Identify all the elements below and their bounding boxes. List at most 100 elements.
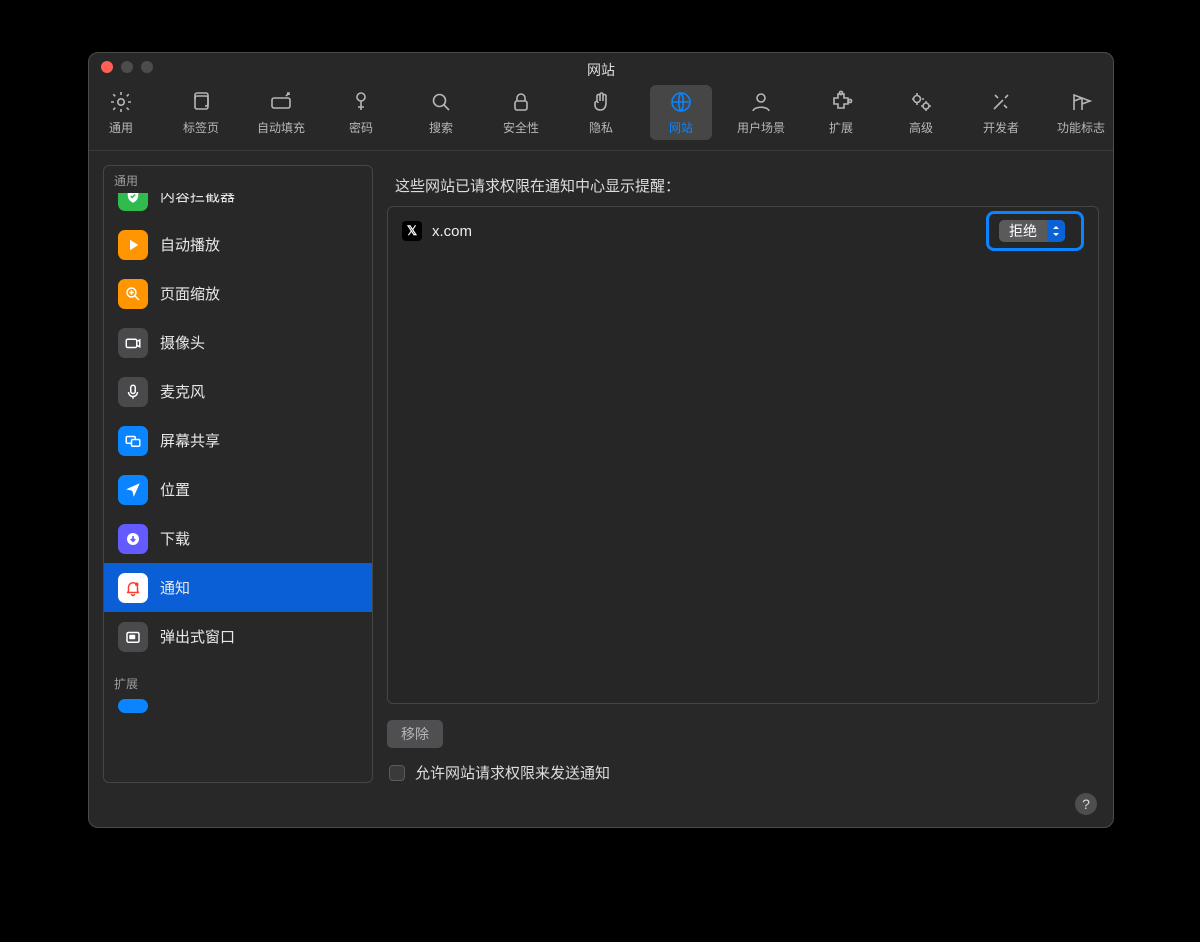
permission-select[interactable]: 拒绝 [999, 220, 1065, 242]
remove-button[interactable]: 移除 [387, 720, 443, 748]
tools-icon [988, 89, 1014, 115]
toolbar-tab-developer[interactable]: 开发者 [970, 85, 1032, 140]
toolbar-tab-label: 密码 [349, 119, 373, 136]
sidebar-scroll[interactable]: 内容拦截器自动播放页面缩放摄像头麦克风屏幕共享位置下载通知弹出式窗口扩展 [104, 193, 372, 782]
maximize-window-button[interactable] [141, 61, 153, 73]
extension-icon [118, 699, 148, 713]
sidebar-item-popups[interactable]: 弹出式窗口 [104, 612, 372, 661]
sidebar-item-label: 自动播放 [160, 234, 220, 255]
toolbar-tab-label: 高级 [909, 119, 933, 136]
sidebar-item-label: 弹出式窗口 [160, 626, 235, 647]
sidebar-item-microphone[interactable]: 麦克风 [104, 367, 372, 416]
content-area: 通用 内容拦截器自动播放页面缩放摄像头麦克风屏幕共享位置下载通知弹出式窗口扩展 … [89, 151, 1113, 793]
popup-icon [118, 622, 148, 652]
sidebar-item-content-blockers[interactable]: 内容拦截器 [104, 193, 372, 220]
sidebar-item-screen-share[interactable]: 屏幕共享 [104, 416, 372, 465]
toolbar-tab-label: 用户场景 [737, 119, 785, 136]
sidebar-item-label: 位置 [160, 479, 190, 500]
close-window-button[interactable] [101, 61, 113, 73]
gear-icon [108, 89, 134, 115]
toolbar-tab-label: 功能标志 [1057, 119, 1105, 136]
detail-description: 这些网站已请求权限在通知中心显示提醒： [387, 165, 1099, 206]
toolbar-tab-label: 安全性 [503, 119, 539, 136]
sidebar-item-downloads[interactable]: 下载 [104, 514, 372, 563]
tabs-icon [188, 89, 214, 115]
toolbar-tab-label: 开发者 [983, 119, 1019, 136]
flags-icon [1068, 89, 1094, 115]
minimize-window-button[interactable] [121, 61, 133, 73]
detail-pane: 这些网站已请求权限在通知中心显示提醒： 𝕏 x.com 拒绝 [387, 165, 1099, 783]
toolbar-tab-label: 搜索 [429, 119, 453, 136]
toolbar-tab-label: 网站 [669, 119, 693, 136]
sidebar-item-label: 内容拦截器 [160, 193, 235, 206]
window-footer: ? [89, 793, 1113, 827]
traffic-lights [101, 61, 153, 73]
toolbar-tab-advanced[interactable]: 高级 [890, 85, 952, 140]
toolbar-tab-search[interactable]: 搜索 [410, 85, 472, 140]
sidebar-item-label: 通知 [160, 577, 190, 598]
preferences-toolbar: 通用 标签页 自动填充 密码 搜索 安全性 隐私 网站 [89, 81, 1113, 151]
sidebar-item-label: 麦克风 [160, 381, 205, 402]
toolbar-tab-label: 通用 [109, 119, 133, 136]
allow-request-row[interactable]: 允许网站请求权限来发送通知 [387, 762, 1099, 783]
toolbar-tab-privacy[interactable]: 隐私 [570, 85, 632, 140]
toolbar-tab-tabs[interactable]: 标签页 [170, 85, 232, 140]
sidebar-item-page-zoom[interactable]: 页面缩放 [104, 269, 372, 318]
toolbar-tab-profiles[interactable]: 用户场景 [730, 85, 792, 140]
window-title: 网站 [89, 54, 1113, 80]
toolbar-tab-security[interactable]: 安全性 [490, 85, 552, 140]
permission-highlight: 拒绝 [986, 211, 1084, 251]
preferences-window: 网站 通用 标签页 自动填充 密码 搜索 安全性 隐私 [88, 52, 1114, 828]
toolbar-tab-autofill[interactable]: 自动填充 [250, 85, 312, 140]
toolbar-tab-extensions[interactable]: 扩展 [810, 85, 872, 140]
person-icon [748, 89, 774, 115]
download-icon [118, 524, 148, 554]
sidebar-item-camera[interactable]: 摄像头 [104, 318, 372, 367]
bell-icon [118, 573, 148, 603]
toolbar-tab-feature-flags[interactable]: 功能标志 [1050, 85, 1112, 140]
toolbar-tab-general[interactable]: 通用 [90, 85, 152, 140]
sidebar-item-notifications[interactable]: 通知 [104, 563, 372, 612]
lock-icon [508, 89, 534, 115]
screens-icon [118, 426, 148, 456]
puzzle-icon [828, 89, 854, 115]
detail-footer: 移除 允许网站请求权限来发送通知 [387, 704, 1099, 783]
allow-request-checkbox[interactable] [389, 765, 405, 781]
gears-icon [908, 89, 934, 115]
loc-icon [118, 475, 148, 505]
camera-icon [118, 328, 148, 358]
sidebar-item-label: 下载 [160, 528, 190, 549]
sidebar-item-autoplay[interactable]: 自动播放 [104, 220, 372, 269]
toolbar-tab-label: 自动填充 [257, 119, 305, 136]
titlebar: 网站 [89, 53, 1113, 81]
website-name: x.com [432, 223, 472, 240]
sidebar-item-label: 屏幕共享 [160, 430, 220, 451]
zoom-icon [118, 279, 148, 309]
shield-icon [118, 193, 148, 211]
sidebar-item-location[interactable]: 位置 [104, 465, 372, 514]
sidebar-item-extension-peek[interactable] [104, 696, 372, 716]
website-row[interactable]: 𝕏 x.com 拒绝 [388, 207, 1098, 255]
toolbar-tab-websites[interactable]: 网站 [650, 85, 712, 140]
sidebar-item-label: 页面缩放 [160, 283, 220, 304]
help-button[interactable]: ? [1075, 793, 1097, 815]
allow-request-label: 允许网站请求权限来发送通知 [415, 762, 610, 783]
sidebar-section-extensions: 扩展 [104, 661, 372, 696]
permission-value: 拒绝 [999, 221, 1047, 241]
mic-icon [118, 377, 148, 407]
play-icon [118, 230, 148, 260]
website-favicon: 𝕏 [402, 221, 422, 241]
toolbar-tab-passwords[interactable]: 密码 [330, 85, 392, 140]
settings-sidebar: 通用 内容拦截器自动播放页面缩放摄像头麦克风屏幕共享位置下载通知弹出式窗口扩展 [103, 165, 373, 783]
chevron-up-down-icon [1047, 220, 1065, 242]
hand-icon [588, 89, 614, 115]
sidebar-item-label: 摄像头 [160, 332, 205, 353]
key-icon [348, 89, 374, 115]
autofill-icon [268, 89, 294, 115]
toolbar-tab-label: 扩展 [829, 119, 853, 136]
globe-icon [668, 89, 694, 115]
search-icon [428, 89, 454, 115]
sidebar-section-general: 通用 [104, 166, 372, 193]
toolbar-tab-label: 标签页 [183, 119, 219, 136]
toolbar-tab-label: 隐私 [589, 119, 613, 136]
